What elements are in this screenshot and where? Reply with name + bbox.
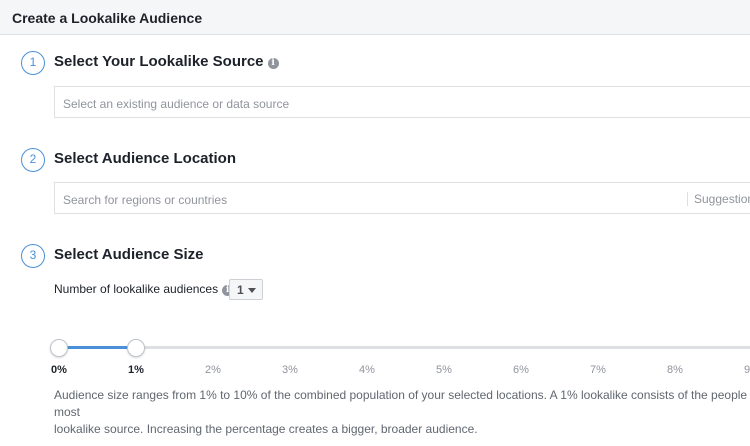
lookalike-count-dropdown[interactable]: 1 (229, 279, 263, 300)
audience-size-track[interactable] (59, 346, 750, 349)
lookalike-count-text: Number of lookalike audiences (54, 282, 219, 296)
step-1-number: 1 (21, 51, 45, 75)
slider-end-handle[interactable] (127, 339, 145, 357)
step-3-number: 3 (21, 244, 45, 268)
info-icon[interactable]: i (267, 58, 279, 69)
description-line-1: Audience size ranges from 1% to 10% of t… (54, 388, 748, 419)
slider-start-handle[interactable] (50, 339, 68, 357)
slider-tick-label: 7% (590, 364, 606, 376)
audience-size-selected-range (59, 346, 136, 349)
suggestions-link[interactable]: Suggestions (687, 192, 750, 206)
slider-tick-label: 6% (513, 364, 529, 376)
description-line-2: lookalike source. Increasing the percent… (54, 422, 478, 436)
step-2-number: 2 (21, 148, 45, 172)
source-input[interactable]: Select an existing audience or data sour… (54, 86, 750, 118)
source-placeholder: Select an existing audience or data sour… (63, 97, 290, 111)
audience-size-description: Audience size ranges from 1% to 10% of t… (54, 387, 750, 438)
dialog-title: Create a Lookalike Audience (0, 0, 750, 35)
location-search-input[interactable]: Search for regions or countries Suggesti… (54, 182, 750, 214)
step-3-title: Select Audience Size (54, 246, 204, 263)
slider-tick-label: 2% (205, 364, 221, 376)
slider-tick-label: 9 (744, 364, 750, 376)
lookalike-count-value: 1 (237, 283, 244, 297)
step-2-title: Select Audience Location (54, 150, 236, 167)
step-1-title: Select Your Lookalike Source (54, 53, 264, 70)
slider-tick-label: 3% (282, 364, 298, 376)
lookalike-count-label: Number of lookalike audiences i (54, 282, 234, 296)
slider-tick-label: 5% (436, 364, 452, 376)
slider-tick-label: 8% (667, 364, 683, 376)
slider-tick-label: 1% (128, 364, 144, 376)
chevron-down-icon (248, 288, 256, 293)
step-1-heading: Select Your Lookalike Source i (54, 53, 279, 70)
slider-tick-label: 0% (51, 364, 67, 376)
location-placeholder: Search for regions or countries (63, 193, 228, 207)
slider-tick-label: 4% (359, 364, 375, 376)
